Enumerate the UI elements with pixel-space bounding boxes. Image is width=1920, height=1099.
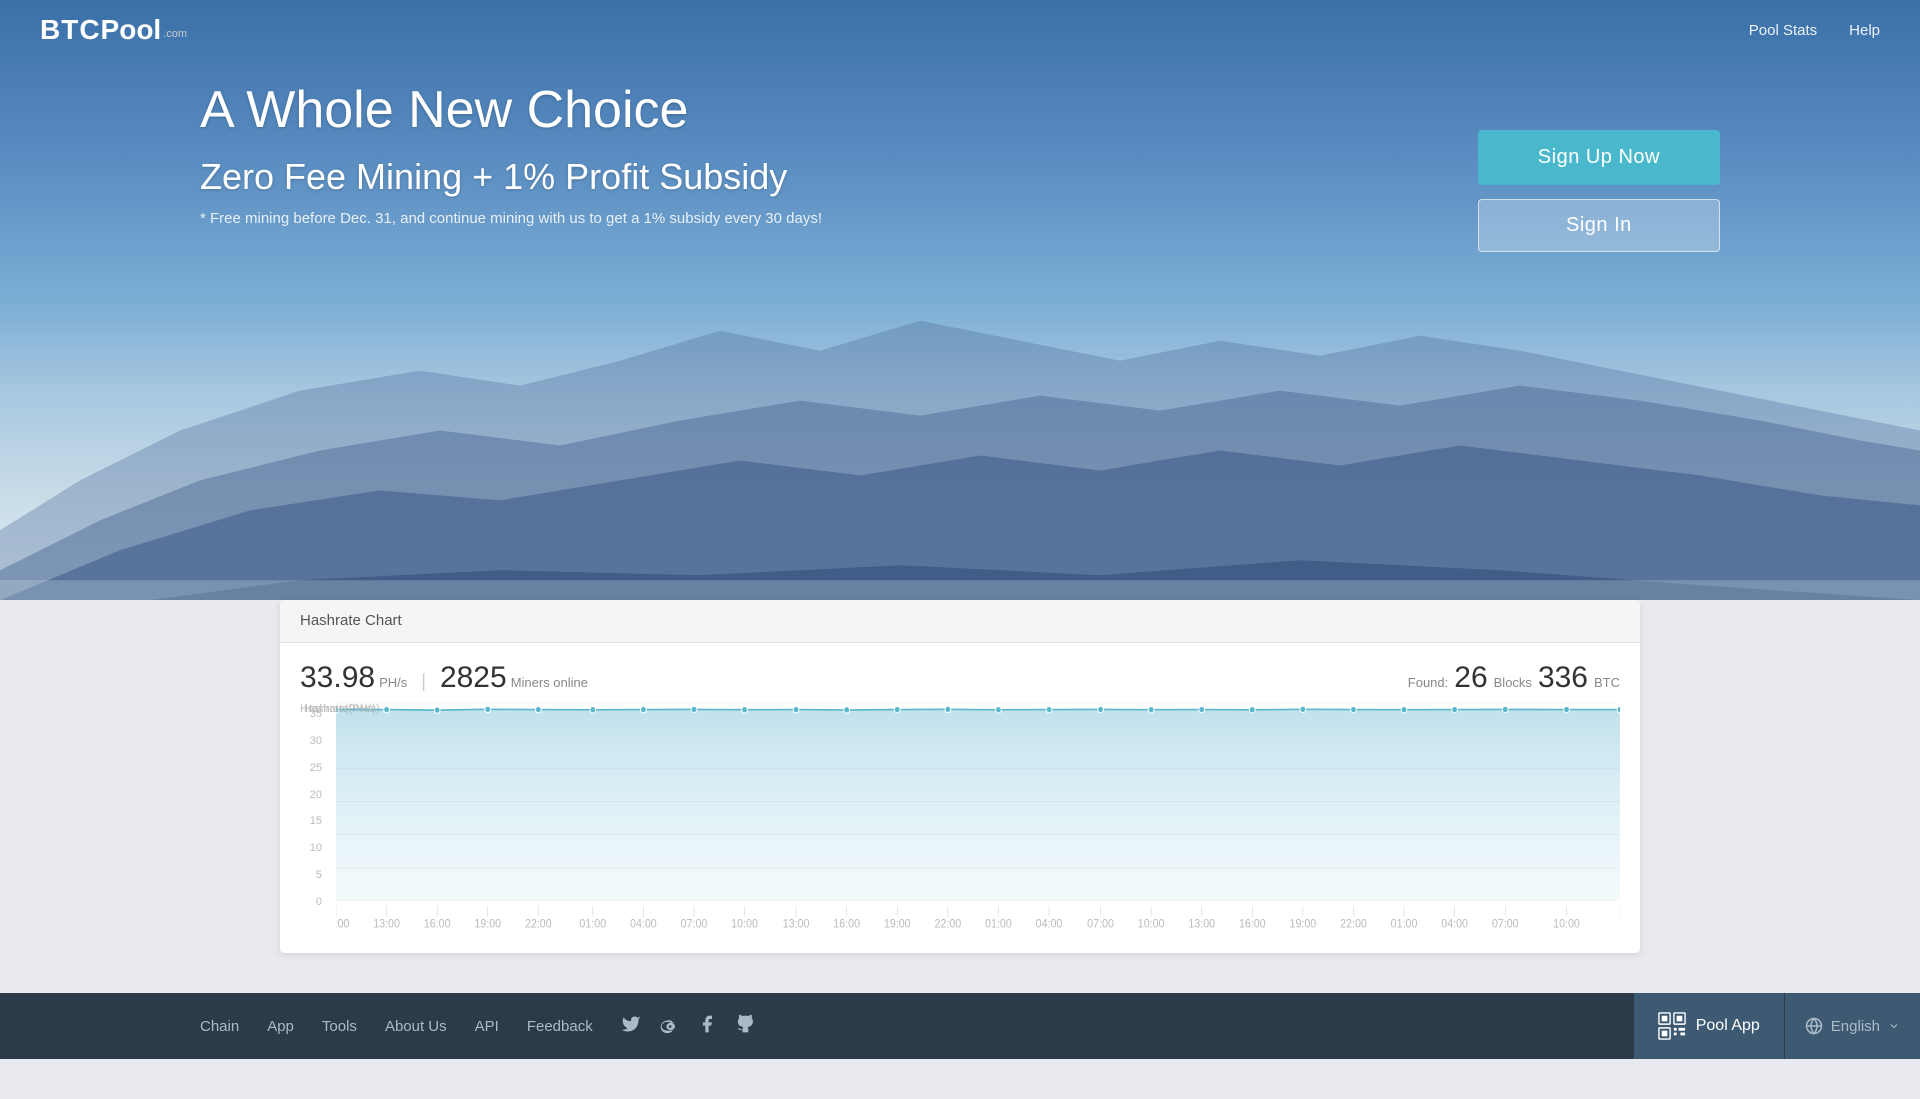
- logo: BTC Pool .com: [40, 14, 187, 46]
- y-label-5: 5: [290, 869, 322, 881]
- hashrate-unit: PH/s: [379, 675, 407, 690]
- footer: Chain App Tools About Us API Feedback: [0, 993, 1920, 1059]
- footer-right: Pool App English: [1634, 993, 1920, 1059]
- chart-header: Hashrate Chart: [280, 600, 1640, 643]
- svg-text:22:00: 22:00: [525, 918, 552, 931]
- chart-stats: 33.98 PH/s | 2825 Miners online Found: 2…: [300, 653, 1620, 699]
- language-button[interactable]: English: [1784, 993, 1920, 1059]
- svg-text:07:00: 07:00: [1492, 918, 1519, 931]
- twitter-icon[interactable]: [621, 1014, 641, 1039]
- y-label-15: 15: [290, 815, 322, 827]
- svg-text:16:00: 16:00: [1239, 918, 1266, 931]
- svg-text:10:00: 10:00: [731, 918, 758, 931]
- github-icon[interactable]: [735, 1014, 755, 1039]
- svg-text:10:00: 10:00: [1553, 918, 1580, 931]
- y-label-10: 10: [290, 842, 322, 854]
- y-label-0: 0: [290, 896, 322, 908]
- btc-value: 336: [1538, 661, 1588, 695]
- footer-tools[interactable]: Tools: [322, 1018, 357, 1035]
- nav-help[interactable]: Help: [1849, 22, 1880, 39]
- svg-text:22:00: 22:00: [1340, 918, 1367, 931]
- svg-text:01:00: 01:00: [579, 918, 606, 931]
- logo-btc: BTC: [40, 14, 101, 46]
- hero-content: A Whole New Choice Zero Fee Mining + 1% …: [200, 80, 822, 227]
- hero-buttons: Sign Up Now Sign In: [1478, 130, 1720, 252]
- svg-text:19:00: 19:00: [474, 918, 501, 931]
- qr-icon: [1658, 1012, 1686, 1040]
- logo-com: .com: [163, 28, 187, 40]
- footer-social: [621, 1014, 755, 1039]
- footer-api[interactable]: API: [475, 1018, 499, 1035]
- hero-subtitle: Zero Fee Mining + 1% Profit Subsidy: [200, 156, 822, 198]
- svg-text:04:00: 04:00: [1441, 918, 1468, 931]
- svg-text:19:00: 19:00: [884, 918, 911, 931]
- main-nav: Pool Stats Help: [1749, 22, 1880, 39]
- pool-app-label: Pool App: [1696, 1017, 1760, 1035]
- hashrate-value: 33.98: [300, 661, 375, 695]
- svg-text:10:00: 10:00: [1138, 918, 1165, 931]
- facebook-icon[interactable]: [697, 1014, 717, 1039]
- pool-app-button[interactable]: Pool App: [1634, 993, 1784, 1059]
- svg-text:07:00: 07:00: [1087, 918, 1114, 931]
- y-axis-title-display: Hashrate(PH/s): [300, 703, 376, 715]
- svg-text:10:00: 10:00: [336, 918, 349, 931]
- svg-text:04:00: 04:00: [1036, 918, 1063, 931]
- hero-title: A Whole New Choice: [200, 80, 822, 140]
- y-label-30: 30: [290, 735, 322, 747]
- blocks-label: Blocks: [1494, 675, 1532, 690]
- svg-text:01:00: 01:00: [985, 918, 1012, 931]
- header: BTC Pool .com Pool Stats Help: [0, 0, 1920, 60]
- footer-feedback[interactable]: Feedback: [527, 1018, 593, 1035]
- chart-card: Hashrate Chart 33.98 PH/s | 2825 Miners …: [280, 600, 1640, 953]
- globe-icon: [1805, 1017, 1823, 1035]
- hero-note: * Free mining before Dec. 31, and contin…: [200, 210, 822, 227]
- chart-section: Hashrate Chart 33.98 PH/s | 2825 Miners …: [0, 600, 1920, 993]
- hero-section: BTC Pool .com Pool Stats Help A Whole Ne…: [0, 0, 1920, 660]
- footer-chain[interactable]: Chain: [200, 1018, 239, 1035]
- svg-text:01:00: 01:00: [1391, 918, 1418, 931]
- logo-pool: Pool: [101, 14, 162, 46]
- nav-pool-stats[interactable]: Pool Stats: [1749, 22, 1817, 39]
- svg-text:16:00: 16:00: [833, 918, 860, 931]
- language-label: English: [1831, 1018, 1880, 1035]
- y-label-20: 20: [290, 789, 322, 801]
- footer-about[interactable]: About Us: [385, 1018, 447, 1035]
- btc-label: BTC: [1594, 675, 1620, 690]
- weibo-icon[interactable]: [659, 1014, 679, 1039]
- svg-text:19:00: 19:00: [1290, 918, 1317, 931]
- y-label-25: 25: [290, 762, 322, 774]
- svg-text:13:00: 13:00: [1188, 918, 1215, 931]
- svg-text:13:00: 13:00: [783, 918, 810, 931]
- footer-app[interactable]: App: [267, 1018, 294, 1035]
- blocks-value: 26: [1454, 661, 1487, 695]
- footer-links: Chain App Tools About Us API Feedback: [0, 1014, 755, 1039]
- signup-button[interactable]: Sign Up Now: [1478, 130, 1720, 185]
- svg-text:04:00: 04:00: [630, 918, 657, 931]
- miners-label: Miners online: [511, 675, 588, 690]
- y-axis: 35 30 25 20 15 10 5 0: [290, 703, 322, 933]
- found-label: Found:: [1408, 675, 1448, 690]
- svg-text:22:00: 22:00: [934, 918, 961, 931]
- chart-title: Hashrate Chart: [300, 612, 402, 629]
- hashrate-chart-svg: 10:00 13:00 16:00 19:00 22:00 01:00 04:0…: [336, 703, 1620, 933]
- svg-text:13:00: 13:00: [373, 918, 400, 931]
- svg-text:16:00: 16:00: [424, 918, 451, 931]
- stat-left: 33.98 PH/s | 2825 Miners online: [300, 661, 588, 695]
- signin-button[interactable]: Sign In: [1478, 199, 1720, 252]
- chevron-down-icon: [1888, 1020, 1900, 1032]
- chart-body: 33.98 PH/s | 2825 Miners online Found: 2…: [280, 643, 1640, 953]
- stat-right: Found: 26 Blocks 336 BTC: [1408, 661, 1620, 695]
- stat-separator: |: [421, 671, 426, 692]
- miners-value: 2825: [440, 661, 507, 695]
- svg-text:07:00: 07:00: [681, 918, 708, 931]
